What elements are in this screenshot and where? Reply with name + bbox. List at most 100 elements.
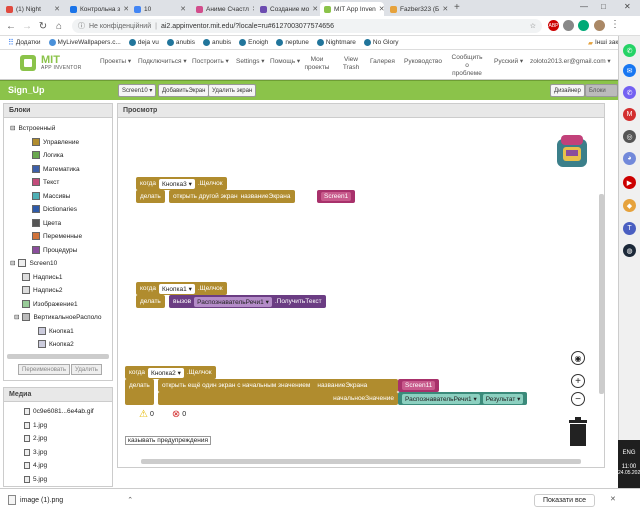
call-speech-recognizer-block[interactable]: вызов РаспознавательРечи1 ▾ .ПолучитьТек… [169, 295, 326, 308]
designer-button[interactable]: Дизайнер [550, 84, 585, 97]
media-file[interactable]: 2.jpg [24, 435, 47, 442]
show-all-button[interactable]: Показати все [534, 494, 595, 507]
app-icon[interactable]: ◆ [623, 199, 636, 212]
back-icon[interactable]: ← [4, 19, 18, 33]
forward-icon[interactable]: → [20, 19, 34, 33]
collapse-icon[interactable]: ⊟ [10, 259, 15, 267]
workspace-vertical-scrollbar[interactable] [599, 194, 604, 394]
viber-icon[interactable]: ✆ [623, 86, 636, 99]
tree-builtin[interactable]: ⊟ Встроенный [10, 124, 55, 133]
bookmark[interactable]: Nightmare [316, 39, 356, 46]
rename-button[interactable]: Переименовать [18, 364, 70, 375]
blocks-button[interactable]: Блоки [585, 84, 618, 97]
menu-build[interactable]: Построить ▾ [192, 58, 229, 66]
builtin-colors[interactable]: Цвета [32, 219, 61, 227]
menu-dots-icon[interactable]: ⋮ [610, 19, 620, 30]
url-input[interactable]: ⓘ Не конфіденційний | ai2.appinventor.mi… [72, 19, 542, 33]
media-file[interactable]: 1.jpg [24, 422, 47, 429]
recenter-icon[interactable]: ◉ [571, 351, 585, 365]
menu-gallery[interactable]: Галерея [370, 58, 395, 66]
show-warnings-button[interactable]: казывать предупреждения [125, 436, 212, 445]
media-file[interactable]: 4.jpg [24, 462, 47, 469]
menu-help[interactable]: Помощь ▾ [270, 58, 300, 66]
add-screen-button[interactable]: ДобавитьЭкран [158, 84, 210, 97]
close-icon[interactable]: ✕ [54, 5, 60, 13]
backpack-icon[interactable] [551, 129, 593, 171]
tab-2[interactable]: Контрольна з ✕ [66, 2, 128, 16]
builtin-control[interactable]: Управление [32, 138, 79, 146]
tab-1[interactable]: (1) Night ✕ [2, 2, 64, 16]
tab-3[interactable]: 10 ✕ [130, 2, 190, 16]
component-dropdown[interactable]: Кнопка2 ▾ [148, 367, 184, 378]
bookmark[interactable]: anubis [203, 39, 231, 46]
text-block-screen1[interactable]: Screen1 [317, 190, 356, 203]
media-file[interactable]: 5.jpg [24, 476, 47, 483]
zoom-in-button[interactable]: + [571, 374, 585, 388]
menu-connect[interactable]: Подключиться ▾ [138, 58, 187, 66]
component-image1[interactable]: Изображение1 [22, 300, 78, 308]
bookmark[interactable]: No Glory [363, 39, 399, 46]
builtin-math[interactable]: Математика [32, 165, 80, 173]
bookmark[interactable]: Enoigh [239, 39, 268, 46]
bookmark[interactable]: neptune [276, 39, 309, 46]
builtin-text[interactable]: Текст [32, 178, 59, 186]
gmail-icon[interactable]: M [623, 108, 636, 121]
component-dropdown[interactable]: Кнопка3 ▾ [159, 178, 195, 189]
whatsapp-icon[interactable]: ✆ [623, 44, 636, 57]
menu-my-projects[interactable]: Мои проекты [304, 56, 330, 72]
blocks-workspace[interactable]: когда Кнопка3 ▾ .Щелчок делать открыть д… [121, 119, 604, 466]
close-icon[interactable]: ✕ [442, 5, 448, 13]
menu-report-problem[interactable]: Сообщить о проблеме [450, 54, 484, 78]
builtin-variables[interactable]: Переменные [32, 232, 82, 240]
star-icon[interactable]: ☆ [530, 22, 536, 30]
maximize-button[interactable]: □ [601, 2, 606, 11]
discord-icon[interactable]: ◕ [623, 152, 636, 165]
bookmark[interactable]: MyLiveWallpapers.c... [48, 39, 121, 46]
remove-screen-button[interactable]: Удалить экран [208, 84, 257, 97]
component-label1[interactable]: Надпись1 [22, 273, 63, 281]
close-icon[interactable]: ✕ [123, 5, 128, 13]
component-button1[interactable]: Кнопка1 [38, 327, 74, 335]
event-block-button2[interactable]: когда Кнопка2 ▾ .Щелчок [125, 366, 216, 379]
menu-language[interactable]: Русский ▾ [494, 58, 523, 66]
tree-screen[interactable]: ⊟ Screen10 [10, 259, 57, 267]
media-file[interactable]: 0c9e6081...6e4ab.gif [24, 408, 94, 415]
close-icon[interactable]: ✕ [610, 495, 616, 503]
extension-icon[interactable]: ABP [548, 20, 559, 31]
component-vertical-arrangement[interactable]: ⊟ ВертикальноеРасполо [14, 313, 102, 321]
component-button2[interactable]: Кнопка2 [38, 340, 74, 348]
text-block-screen11[interactable]: Screen11 [398, 379, 440, 392]
close-icon[interactable]: ✕ [312, 5, 318, 13]
download-item[interactable]: image (1).png ⌃ [8, 495, 133, 505]
screen-selector[interactable]: Screen10 ▾ [118, 84, 157, 97]
media-file[interactable]: 3.jpg [24, 449, 47, 456]
extension-icon[interactable] [563, 20, 574, 31]
avatar[interactable] [594, 20, 605, 31]
workspace-horizontal-scrollbar[interactable] [141, 459, 581, 464]
builtin-logic[interactable]: Логика [32, 151, 63, 159]
tab-7[interactable]: Fazber323 (Б ✕ [386, 2, 450, 16]
builtin-procedures[interactable]: Процедуры [32, 246, 77, 254]
menu-account[interactable]: zoloto2013.er@gmail.com ▾ [530, 58, 611, 66]
minimize-button[interactable]: — [580, 2, 588, 11]
component-dropdown[interactable]: РаспознавательРечи1 ▾ [194, 296, 272, 307]
close-icon[interactable]: ✕ [180, 5, 186, 13]
builtin-lists[interactable]: Массивы [32, 192, 70, 200]
menu-projects[interactable]: Проекты ▾ [100, 58, 131, 66]
chevron-up-icon[interactable]: ⌃ [127, 496, 133, 504]
open-screen-block[interactable]: открыть другой экран названиеЭкрана [169, 190, 295, 203]
teams-icon[interactable]: T [623, 222, 636, 235]
collapse-icon[interactable]: ⊟ [10, 124, 15, 132]
tab-5[interactable]: Создание мо ✕ [256, 2, 318, 16]
property-dropdown[interactable]: Результат ▾ [482, 393, 524, 404]
reload-icon[interactable]: ↻ [36, 19, 50, 33]
component-dropdown[interactable]: Кнопка1 ▾ [159, 283, 195, 294]
mit-logo[interactable]: MIT APP INVENTOR [18, 53, 82, 73]
close-icon[interactable]: ✕ [379, 5, 384, 13]
builtin-dictionaries[interactable]: Dictionaries [32, 205, 77, 213]
speech-recognizer-result-block[interactable]: РаспознавательРечи1 ▾ Результат ▾ [398, 392, 528, 405]
event-block-button1[interactable]: когда Кнопка1 ▾ .Щелчок [136, 282, 227, 295]
menu-settings[interactable]: Settings ▾ [236, 58, 265, 66]
tree-scrollbar[interactable] [7, 354, 109, 359]
close-icon[interactable]: ✕ [252, 5, 254, 13]
